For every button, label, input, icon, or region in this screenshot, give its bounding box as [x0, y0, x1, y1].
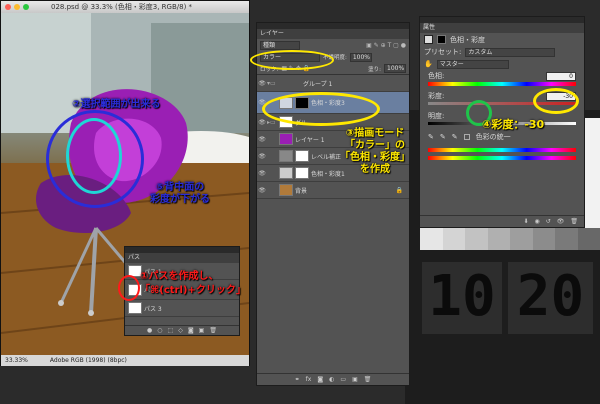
trash-icon[interactable]: 🗑 [570, 218, 578, 225]
path-thumb-highlight [118, 275, 140, 301]
new-layer-icon[interactable]: ▣ [352, 376, 358, 383]
lightness-label: 明度: [428, 112, 445, 120]
range-select[interactable]: マスター [436, 59, 509, 69]
layer-row[interactable]: 👁 ▾▭ グループ 1 [257, 75, 409, 92]
colorize-checkbox[interactable] [463, 134, 470, 140]
fill-label: 塗り: [368, 66, 381, 73]
eye-icon[interactable]: 👁 [257, 153, 267, 160]
eyedropper-minus-icon[interactable]: ✎ [452, 133, 458, 141]
adjustment-thumb [279, 150, 293, 162]
eyedropper-icon[interactable]: ✎ [428, 133, 434, 141]
hand-icon[interactable]: ✋ [424, 60, 433, 68]
trash-icon[interactable]: 🗑 [364, 376, 372, 383]
make-path-icon[interactable]: ◇ [178, 327, 183, 334]
filter-icons[interactable]: ▣ ✎ ⊕ T ▢ ● [366, 42, 406, 49]
adjustment-header: 色相・彩度 [450, 35, 485, 44]
layer-name: グループ 1 [303, 80, 333, 88]
fill-input[interactable]: 100% [384, 64, 406, 73]
new-path-icon[interactable]: ▣ [199, 327, 205, 334]
layer-thumb [279, 133, 293, 145]
fx-icon[interactable]: fx [306, 376, 312, 383]
layers-panel: レイヤー 種類 ▣ ✎ ⊕ T ▢ ● カラー 不透明度: 100% ロック: … [256, 22, 410, 386]
path-name: パス 3 [144, 305, 162, 313]
color-profile: Adobe RGB (1998) (8bpc) [49, 357, 127, 364]
saturation-highlight [533, 88, 579, 114]
mask-icon[interactable]: ◙ [317, 376, 323, 383]
adjustment-thumb [279, 167, 293, 179]
layer-name: 背景 [295, 187, 308, 195]
annotation-2: ②選択範囲が出来る [72, 99, 161, 110]
mask-icon[interactable]: ◙ [188, 327, 194, 334]
gray-step-strip [420, 228, 600, 250]
visibility-icon[interactable]: 👁 [557, 218, 565, 225]
eyedropper-plus-icon[interactable]: ✎ [440, 133, 446, 141]
annotation-1: ①パスを作成し、 「⌘(ctrl)+クリック」 [140, 271, 246, 296]
reset-icon[interactable]: ↺ [546, 218, 551, 225]
tab-layers[interactable]: レイヤー [257, 29, 409, 39]
path-thumb [128, 302, 142, 314]
adjustment-icon[interactable]: ◐ [329, 376, 334, 383]
lock-icon: 🔒 [395, 186, 403, 194]
hue-range-bar-top [428, 148, 576, 152]
layer-row[interactable]: 👁 背景 🔒 [257, 182, 409, 199]
tab-paths[interactable]: パス [125, 253, 239, 263]
zoom-readout[interactable]: 33.33% [5, 355, 28, 366]
document-title: 028.psd @ 33.3% (色相・彩度3, RGB/8) * [51, 3, 193, 11]
mask-thumb [295, 167, 309, 179]
hue-input[interactable]: 0 [546, 71, 576, 81]
layer-filter-select[interactable]: 種類 [260, 40, 300, 50]
eye-icon[interactable]: 👁 [257, 170, 267, 177]
status-bar: 33.33% Adobe RGB (1998) (8bpc) [1, 355, 249, 366]
annotation-4: ④彩度：-30 [482, 118, 545, 131]
properties-footer: ⬇ ◉ ↺ 👁 🗑 [420, 215, 584, 227]
path-row[interactable]: パス 3 [125, 300, 239, 317]
close-button[interactable] [5, 4, 11, 10]
clip-icon[interactable]: ⬇ [523, 218, 528, 225]
mask-thumb [295, 150, 309, 162]
view-previous-icon[interactable]: ◉ [534, 218, 539, 225]
tab-properties[interactable]: 属性 [420, 23, 584, 33]
eye-icon[interactable]: 👁 [257, 136, 267, 143]
annotation-3: ③描画モード 「カラー」の 「色相・彩度」 を作成 [340, 128, 410, 175]
adjustment-icon [424, 35, 433, 44]
load-selection-icon[interactable]: ⬚ [168, 327, 174, 334]
document-titlebar: 028.psd @ 33.3% (色相・彩度3, RGB/8) * [1, 1, 249, 13]
stroke-path-icon[interactable]: ○ [157, 327, 162, 334]
paths-footer: ● ○ ⬚ ◇ ◙ ▣ 🗑 [125, 325, 239, 335]
layers-footer: ⚭ fx ◙ ◐ ▭ ▣ 🗑 [257, 373, 409, 385]
opacity-input[interactable]: 100% [349, 52, 372, 62]
preset-label: プリセット: [424, 48, 462, 56]
eye-icon[interactable]: 👁 [257, 187, 267, 194]
number-10: 10 [422, 262, 502, 334]
link-icon[interactable]: ⚭ [295, 376, 300, 383]
folder-icon: ▾▭ [267, 79, 276, 87]
eye-icon[interactable]: 👁 [257, 119, 267, 126]
back-surface-circle [66, 118, 122, 194]
trash-icon[interactable]: 🗑 [209, 327, 217, 334]
layer-name: レベル補正 [311, 153, 342, 161]
saturation-label: 彩度: [428, 92, 445, 100]
minimize-button[interactable] [14, 4, 20, 10]
layer-highlight [262, 92, 380, 126]
colorize-label: 色彩の統一 [475, 133, 511, 141]
layer-thumb [279, 184, 293, 196]
annotation-5: ⑤背中面の 彩度が下がる [150, 182, 210, 205]
layer-name: レイヤー 1 [295, 136, 325, 144]
hue-range-bar-bottom [428, 156, 576, 160]
hue-label: 色相: [428, 72, 445, 80]
hue-slider[interactable] [428, 82, 576, 86]
folder-icon[interactable]: ▭ [340, 376, 346, 383]
fill-path-icon[interactable]: ● [147, 327, 152, 334]
blend-mode-highlight [250, 50, 334, 70]
number-20: 20 [508, 262, 593, 334]
preset-select[interactable]: カスタム [465, 47, 556, 57]
zoom-button[interactable] [23, 4, 29, 10]
mask-icon[interactable] [437, 35, 446, 44]
eye-icon[interactable]: 👁 [257, 80, 267, 87]
